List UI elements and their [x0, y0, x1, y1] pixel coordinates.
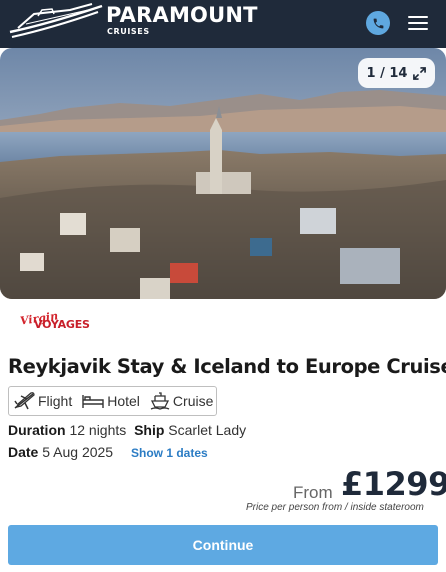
date-label: Date — [8, 444, 39, 460]
show-dates-link[interactable]: Show 1 dates — [131, 446, 208, 460]
price-amount: £1299 — [341, 465, 446, 503]
virgin-voyages-logo: Virgin VOYAGES — [19, 309, 90, 334]
expand-icon — [413, 66, 427, 80]
phone-icon — [373, 18, 383, 28]
holiday-date-row: Date 5 Aug 2025 Show 1 dates — [8, 444, 208, 460]
continue-button[interactable]: Continue — [8, 525, 438, 565]
plane-icon — [14, 392, 35, 410]
feature-flight: Flight — [13, 392, 72, 410]
gallery-counter[interactable]: 1 / 14 — [358, 58, 435, 88]
brand-subtitle: CRUISES — [107, 27, 150, 36]
paramount-cruises-logo[interactable]: PARAMOUNT CRUISES — [8, 2, 268, 42]
feature-hotel: Hotel — [82, 393, 140, 409]
brand-name: PARAMOUNT — [106, 3, 258, 27]
date-value: 5 Aug 2025 — [42, 444, 114, 460]
price-from-label: From — [293, 483, 333, 502]
holiday-features: Flight Hotel Cruise — [8, 386, 217, 416]
feature-cruise: Cruise — [150, 392, 213, 410]
duration-label: Duration — [8, 422, 66, 438]
ship-label: Ship — [134, 422, 165, 438]
feature-label: Hotel — [107, 393, 140, 409]
holiday-details-row: Duration 12 nights Ship Scarlet Lady — [8, 422, 246, 438]
ship-icon — [150, 392, 170, 410]
phone-button[interactable] — [366, 11, 390, 35]
top-navigation-bar: PARAMOUNT CRUISES — [0, 0, 446, 48]
price-note: Price per person from / inside stateroom — [246, 502, 424, 513]
ship-logo-icon — [9, 3, 103, 38]
operator-logo-bottom: VOYAGES — [34, 318, 90, 331]
bed-icon — [82, 395, 104, 408]
feature-label: Flight — [38, 393, 73, 409]
ship-value: Scarlet Lady — [168, 422, 247, 438]
hamburger-menu-icon[interactable] — [407, 12, 429, 32]
duration-value: 12 nights — [69, 422, 127, 438]
gallery-position: 1 / 14 — [366, 65, 408, 81]
feature-label: Cruise — [172, 393, 214, 409]
holiday-title: Reykjavik Stay & Iceland to Europe Cruis… — [8, 355, 446, 378]
